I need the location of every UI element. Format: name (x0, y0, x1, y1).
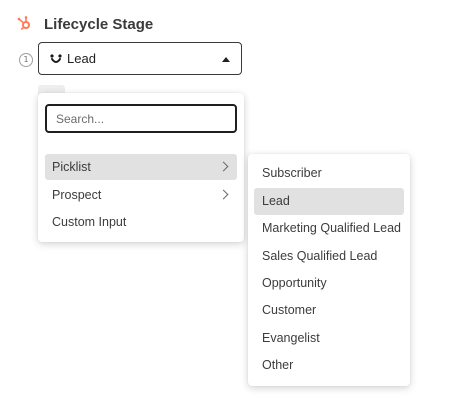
submenu-item-opportunity[interactable]: Opportunity (254, 270, 404, 297)
submenu-item-customer[interactable]: Customer (254, 297, 404, 324)
lifecycle-stage-select[interactable]: Lead (38, 42, 242, 75)
hubspot-sprocket-icon (17, 16, 30, 31)
picklist-submenu: Subscriber Lead Marketing Qualified Lead… (248, 154, 410, 386)
dropdown-panel: Picklist Prospect Custom Input (38, 93, 244, 242)
submenu-item-sales-qualified-lead[interactable]: Sales Qualified Lead (254, 243, 404, 270)
step-number-badge: 1 (19, 53, 33, 67)
menu-item-label: Prospect (52, 188, 102, 202)
caret-up-icon (222, 57, 230, 62)
integration-logo-icon (50, 54, 62, 63)
select-value: Lead (67, 51, 96, 66)
chevron-right-icon (218, 189, 229, 200)
menu-item-label: Picklist (52, 160, 91, 174)
menu-item-prospect[interactable]: Prospect (45, 182, 237, 208)
submenu-item-evangelist[interactable]: Evangelist (254, 325, 404, 352)
search-input[interactable] (45, 104, 237, 133)
menu-item-custom-input[interactable]: Custom Input (45, 209, 237, 235)
submenu-item-other[interactable]: Other (254, 352, 404, 379)
menu-item-label: Custom Input (52, 215, 127, 229)
chevron-right-icon (218, 161, 229, 172)
field-title: Lifecycle Stage (44, 16, 154, 33)
submenu-item-marketing-qualified-lead[interactable]: Marketing Qualified Lead (254, 215, 404, 242)
submenu-item-subscriber[interactable]: Subscriber (254, 160, 404, 187)
menu-item-picklist[interactable]: Picklist (45, 154, 237, 180)
submenu-item-lead[interactable]: Lead (254, 188, 404, 215)
